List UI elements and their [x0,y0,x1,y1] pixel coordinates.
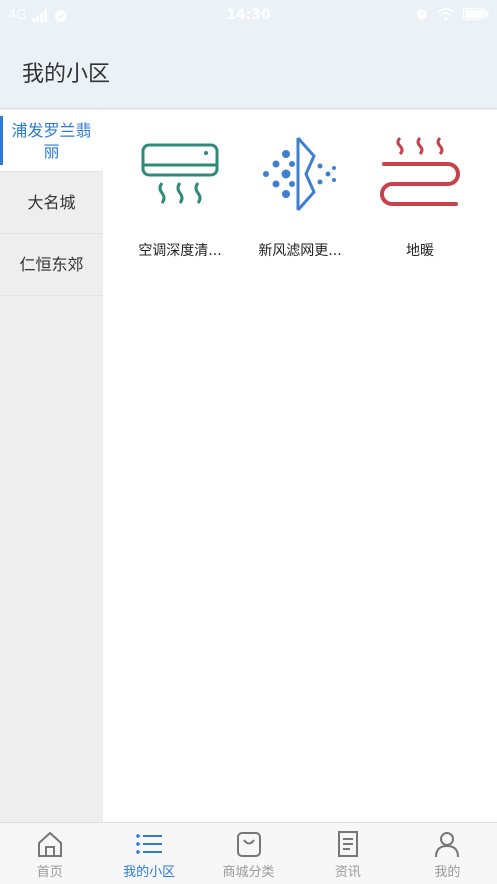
home-icon [37,831,62,857]
sidebar-item-renheng-dongjiao[interactable]: 仁恒东郊 [0,234,103,296]
service-label: 空调深度清... [138,243,222,259]
service-label: 新风滤网更... [258,243,342,259]
user-icon [435,832,460,858]
wifi-icon [437,7,455,21]
tab-label: 我的 [434,865,461,880]
news-icon [337,831,358,857]
service-item-air-filter[interactable]: 新风滤网更... [240,130,360,260]
status-right [415,7,489,21]
bottom-tab-bar: 首页 我的小区 商城分类 资讯 我的 [0,822,497,884]
air-filter-icon [263,137,336,211]
service-label: 地暖 [406,243,434,259]
tab-label: 我的小区 [123,865,176,880]
sidebar-item-damingcheng[interactable]: 大名城 [0,172,103,234]
sidebar-item-label: 浦发罗兰翡丽 [11,120,92,161]
tab-label: 商城分类 [222,865,275,880]
tab-news[interactable]: 资讯 [298,823,397,884]
air-conditioner-icon [141,143,219,204]
battery-icon [463,8,489,20]
service-item-floor-heating[interactable]: 地暖 [360,130,480,260]
status-bar: 4G 14:30 [0,0,497,32]
sidebar-item-pufa-luolan-feili[interactable]: 浦发罗兰翡丽 [0,110,103,172]
alarm-icon [417,9,427,20]
tab-label: 资讯 [334,865,361,880]
tab-my-community[interactable]: 我的小区 [99,823,198,884]
list-icon [136,834,163,854]
sidebar-item-label: 大名城 [27,193,76,212]
page-title: 我的小区 [22,62,111,87]
tab-shop-categories[interactable]: 商城分类 [199,823,298,884]
community-sidebar: 浦发罗兰翡丽 大名城 仁恒东郊 [0,110,103,822]
service-item-ac-cleaning[interactable]: 空调深度清... [120,130,240,260]
tab-me[interactable]: 我的 [398,823,497,884]
tab-home[interactable]: 首页 [0,823,99,884]
sidebar-item-label: 仁恒东郊 [19,255,84,274]
floor-heating-icon [380,136,460,206]
service-grid: 空调深度清... 新风滤网更... 地暖 [104,110,497,822]
app-header: 我的小区 [0,32,497,109]
shopping-bag-icon [236,832,261,857]
tab-label: 首页 [36,865,63,880]
